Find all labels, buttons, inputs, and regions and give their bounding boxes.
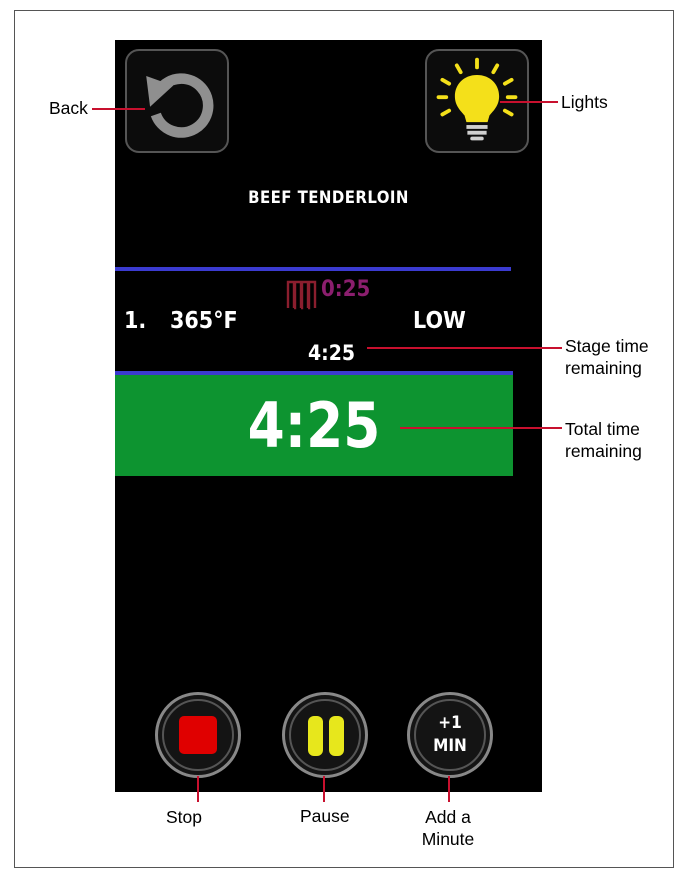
callout-lights: Lights xyxy=(561,92,608,112)
add-minute-label: +1 MIN xyxy=(414,712,486,758)
leader-line-stop xyxy=(197,776,199,802)
total-time-bar: 4:25 xyxy=(115,371,513,476)
callout-total-time-line1: Total time xyxy=(565,419,640,439)
stage-fan-speed: LOW xyxy=(413,308,466,334)
leader-line-add-minute xyxy=(448,776,450,802)
callout-stage-time-line1: Stage time xyxy=(565,336,649,356)
callout-pause: Pause xyxy=(300,806,350,826)
add-minute-line1: +1 xyxy=(438,713,462,733)
callout-back: Back xyxy=(49,98,88,118)
pause-button[interactable] xyxy=(282,692,368,778)
stop-button[interactable] xyxy=(155,692,241,778)
stage-temperature: 365°F xyxy=(170,308,238,334)
stop-square-icon xyxy=(179,716,217,754)
callout-stage-time-line2: remaining xyxy=(565,358,642,378)
leader-line-pause xyxy=(323,776,325,802)
callout-stage-time: Stage time remaining xyxy=(565,335,649,379)
add-minute-button[interactable]: +1 MIN xyxy=(407,692,493,778)
heating-element-icon xyxy=(286,280,317,310)
pause-bars-icon xyxy=(329,716,344,756)
stage-time-icon-label: 0:25 xyxy=(321,277,371,302)
leader-line-lights xyxy=(500,101,558,103)
add-minute-line2: MIN xyxy=(433,736,467,756)
total-time-remaining: 4:25 xyxy=(247,389,381,462)
pause-bars-icon xyxy=(308,716,323,756)
refresh-arrow-icon xyxy=(146,73,214,138)
back-button[interactable] xyxy=(125,49,229,153)
callout-total-time-line2: remaining xyxy=(565,441,642,461)
callout-add-minute-line1: Add a xyxy=(425,807,471,827)
dish-title: BEEF TENDERLOIN xyxy=(248,188,409,208)
stage-time-remaining: 4:25 xyxy=(308,341,356,365)
stage-divider-top xyxy=(115,267,511,271)
callout-add-minute-line2: Minute xyxy=(421,829,475,849)
leader-line-back xyxy=(92,108,145,110)
leader-line-stage-time xyxy=(367,347,562,349)
stage-number: 1. xyxy=(124,308,147,334)
leader-line-total-time xyxy=(400,427,562,429)
callout-total-time: Total time remaining xyxy=(565,418,642,462)
callout-stop: Stop xyxy=(166,807,202,827)
oven-screen: BEEF TENDERLOIN 0:25 1. 365°F LOW 4:25 4… xyxy=(115,40,542,792)
callout-add-minute: Add a Minute xyxy=(418,806,478,850)
